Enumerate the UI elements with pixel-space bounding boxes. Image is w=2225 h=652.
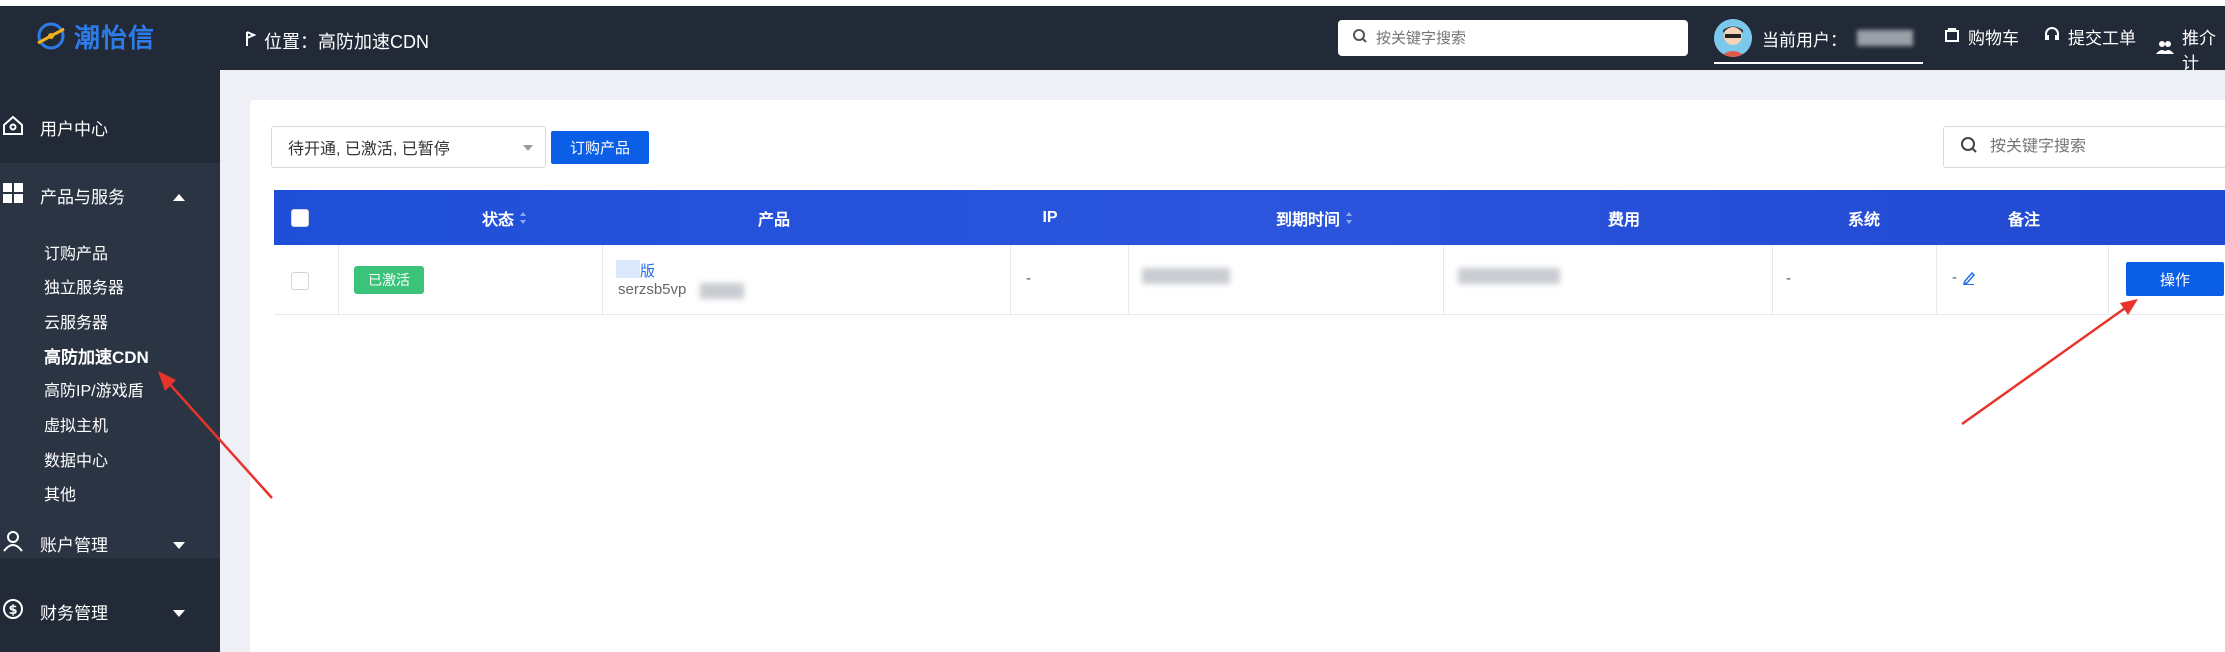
ip-cell: - [1026,270,1031,287]
column-divider [1010,245,1011,315]
sidebar-item-finance[interactable]: $ 财务管理 [0,594,220,624]
product-name-link[interactable]: 版 [640,260,655,281]
location-pin-icon [244,30,258,53]
sidebar-subitem-cloud[interactable]: 云服务器 [44,309,108,333]
username-redacted [1857,30,1913,46]
bag-icon [1944,26,1960,47]
referral-label: 推介计 [2182,29,2216,73]
sort-icon [520,211,526,224]
cart-link[interactable]: 购物车 [1944,24,2019,49]
column-divider [1772,245,1773,315]
sidebar-item-label: 财务管理 [40,604,108,623]
action-button[interactable]: 操作 [2126,262,2224,296]
top-bar: 潮怡信 位置：高防加速CDN 当前用户： 购物车 [0,0,2225,73]
user-icon [0,528,26,554]
column-divider [1936,245,1937,315]
headset-icon [2044,26,2060,47]
avatar [1714,19,1752,57]
column-divider [1443,245,1444,315]
column-header-label: IP [1042,208,1058,226]
referral-link[interactable]: 推介计 [2156,24,2225,74]
sidebar-item-account[interactable]: 账户管理 [0,526,220,556]
column-divider [1128,245,1129,315]
sidebar-subitem-datacenter[interactable]: 数据中心 [44,447,108,471]
sidebar-item-label: 账户管理 [40,536,108,555]
column-header-label: 状态 [481,211,514,229]
users-icon [2156,39,2174,60]
home-icon [0,112,26,138]
grid-icon [0,180,26,206]
sidebar-item-label: 用户中心 [40,120,108,139]
breadcrumb: 位置：高防加速CDN [244,28,429,54]
note-cell: - [1952,269,1957,286]
logo[interactable]: 潮怡信 [34,16,194,56]
column-header-cost: 费用 [1504,190,1744,245]
column-divider [338,245,339,315]
chevron-up-icon [172,187,186,207]
cost-redacted [1458,268,1560,284]
product-id-redacted [700,283,744,299]
order-product-button[interactable]: 订购产品 [551,131,649,164]
current-user-label: 当前用户： [1762,30,1847,50]
column-header-ip: IP [1010,190,1090,245]
caret-down-icon [523,145,533,151]
column-header-label: 系统 [1847,211,1880,229]
sidebar-subitem-vhost[interactable]: 虚拟主机 [44,412,108,436]
top-strip [0,0,2225,6]
submit-ticket-link[interactable]: 提交工单 [2044,24,2136,49]
sidebar-item-label: 产品与服务 [40,188,125,207]
sidebar-subitem-anti-ddos[interactable]: 高防IP/游戏盾 [44,377,144,401]
system-cell: - [1786,270,1791,287]
row-checkbox[interactable] [291,272,309,290]
user-menu[interactable]: 当前用户： [1714,14,1923,64]
column-header-note: 备注 [1964,190,2084,245]
content-card [250,100,2225,652]
cart-label: 购物车 [1968,29,2019,48]
edit-icon[interactable] [1962,271,1976,290]
column-divider [602,245,603,315]
column-header-status[interactable]: 状态 [354,190,654,245]
column-header-expiry[interactable]: 到期时间 [1174,190,1454,245]
status-filter-select[interactable]: 待开通, 已激活, 已暂停 [271,126,546,168]
svg-text:$: $ [8,603,17,618]
chevron-down-icon [172,536,186,556]
search-icon [1352,28,1368,49]
top-search-box[interactable] [1338,20,1688,56]
select-all-checkbox[interactable] [291,209,309,227]
column-header-label: 到期时间 [1275,211,1340,229]
submit-ticket-label: 提交工单 [2068,29,2136,48]
search-icon [1960,136,1978,159]
column-header-label: 备注 [2007,211,2040,229]
sidebar-subitem-other[interactable]: 其他 [44,481,76,505]
breadcrumb-text: 位置：高防加速CDN [264,32,429,52]
column-header-system: 系统 [1804,190,1924,245]
product-id: serzsb5vp [618,281,687,298]
status-badge: 已激活 [354,266,424,294]
table-row [274,245,2225,315]
sidebar-subitem-order[interactable]: 订购产品 [44,240,108,264]
logo-text: 潮怡信 [74,23,156,54]
column-header-label: 费用 [1607,211,1640,229]
chevron-down-icon [172,604,186,624]
column-divider [2108,245,2109,315]
sidebar-subitem-cdn[interactable]: 高防加速CDN [44,343,149,368]
dollar-icon: $ [0,596,26,622]
main-search-input[interactable] [1990,138,2225,156]
column-header-label: 产品 [757,211,790,229]
column-header-product: 产品 [614,190,934,245]
sidebar-subitem-dedicated[interactable]: 独立服务器 [44,274,124,298]
top-search-input[interactable] [1376,29,1676,47]
status-filter-value: 待开通, 已激活, 已暂停 [288,141,450,158]
sidebar-item-products[interactable]: 产品与服务 [0,178,220,208]
logo-mark-icon [34,19,68,53]
product-name-redacted [616,260,640,278]
sort-icon [1346,211,1352,224]
sidebar-item-user-center[interactable]: 用户中心 [0,110,220,140]
expiry-redacted [1142,268,1230,284]
sidebar: 用户中心 产品与服务 订购产品 独立服务器 云服务器 高防加速CDN 高防IP/… [0,70,220,652]
main-search-box[interactable] [1943,126,2225,168]
table-header: 状态 产品 IP 到期时间 费用 系统 备注 [274,190,2225,245]
